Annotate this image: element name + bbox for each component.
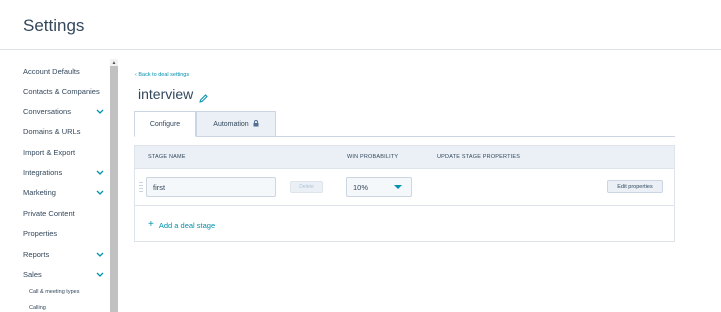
table-header: STAGE NAME WIN PROBABILITY UPDATE STAGE … xyxy=(135,146,674,169)
sidebar-item-domains-urls[interactable]: Domains & URLs xyxy=(23,123,105,139)
sidebar-item-label: Private Content xyxy=(23,208,75,218)
chevron-down-icon xyxy=(95,269,105,279)
column-header-stage-name: STAGE NAME xyxy=(148,154,186,160)
sidebar-item-label: Account Defaults xyxy=(23,66,80,76)
tab-automation[interactable]: Automation xyxy=(196,111,276,137)
deal-stages-table: STAGE NAME WIN PROBABILITY UPDATE STAGE … xyxy=(134,145,675,242)
caret-down-icon xyxy=(394,185,402,189)
back-to-deal-settings-link[interactable]: ‹ Back to deal settings xyxy=(135,72,189,78)
settings-sidebar: Account Defaults Contacts & Companies Co… xyxy=(0,51,118,312)
win-probability-select[interactable]: 10% xyxy=(346,177,412,197)
edit-properties-button[interactable]: Edit properties xyxy=(607,180,663,193)
sidebar-item-label: Domains & URLs xyxy=(23,126,81,136)
sidebar-item-label: Sales xyxy=(23,269,42,279)
sidebar-item-account-defaults[interactable]: Account Defaults xyxy=(23,63,105,79)
pencil-icon[interactable] xyxy=(199,90,208,103)
column-header-update-stage-properties: UPDATE STAGE PROPERTIES xyxy=(437,154,521,160)
tabs-divider xyxy=(276,136,675,137)
chevron-down-icon xyxy=(95,167,105,177)
sidebar-item-conversations[interactable]: Conversations xyxy=(23,103,105,119)
sidebar-item-label: Import & Export xyxy=(23,147,76,157)
sidebar-scrollbar-thumb[interactable] xyxy=(110,66,118,312)
chevron-down-icon xyxy=(95,106,105,116)
sidebar-item-label: Integrations xyxy=(23,167,63,177)
page-title: Settings xyxy=(23,16,85,35)
sidebar-item-label: Conversations xyxy=(23,106,71,116)
scroll-up-arrow-icon[interactable]: ▲ xyxy=(110,59,118,66)
sidebar-item-reports[interactable]: Reports xyxy=(23,246,105,262)
win-probability-value: 10% xyxy=(353,182,369,192)
top-bar: Settings xyxy=(0,0,721,50)
sidebar-item-sales[interactable]: Sales xyxy=(23,266,105,282)
sidebar-subitem-calling[interactable]: Calling xyxy=(29,305,46,311)
sidebar-item-import-export[interactable]: Import & Export xyxy=(23,144,105,160)
tab-label: Automation xyxy=(213,120,249,128)
add-deal-stage-button[interactable]: + Add a deal stage xyxy=(148,220,215,230)
chevron-down-icon xyxy=(95,249,105,259)
sidebar-item-label: Reports xyxy=(23,249,50,259)
lock-icon xyxy=(253,119,259,129)
sidebar-item-integrations[interactable]: Integrations xyxy=(23,164,105,180)
pipeline-title: interview xyxy=(138,86,208,103)
sidebar-item-contacts-companies[interactable]: Contacts & Companies xyxy=(23,83,105,99)
sidebar-item-marketing[interactable]: Marketing xyxy=(23,184,105,200)
table-row: Delete 10% Edit properties xyxy=(135,169,674,206)
sidebar-item-label: Properties xyxy=(23,228,58,238)
sidebar-item-properties[interactable]: Properties xyxy=(23,225,105,241)
tab-label: Configure xyxy=(149,120,181,128)
sidebar-item-private-content[interactable]: Private Content xyxy=(23,205,105,221)
drag-handle-icon[interactable] xyxy=(139,181,143,194)
chevron-down-icon xyxy=(95,187,105,197)
column-header-win-probability: WIN PROBABILITY xyxy=(347,154,399,160)
sidebar-item-label: Marketing xyxy=(23,187,56,197)
tab-configure[interactable]: Configure xyxy=(134,111,196,137)
pipeline-name: interview xyxy=(138,86,194,102)
plus-icon: + xyxy=(148,219,154,230)
sidebar-subitem-call-meeting-types[interactable]: Call & meeting types xyxy=(29,289,79,295)
add-deal-stage-label: Add a deal stage xyxy=(158,220,216,230)
sidebar-item-label: Contacts & Companies xyxy=(23,86,100,96)
stage-name-input[interactable] xyxy=(146,177,276,197)
delete-stage-button[interactable]: Delete xyxy=(290,181,323,193)
